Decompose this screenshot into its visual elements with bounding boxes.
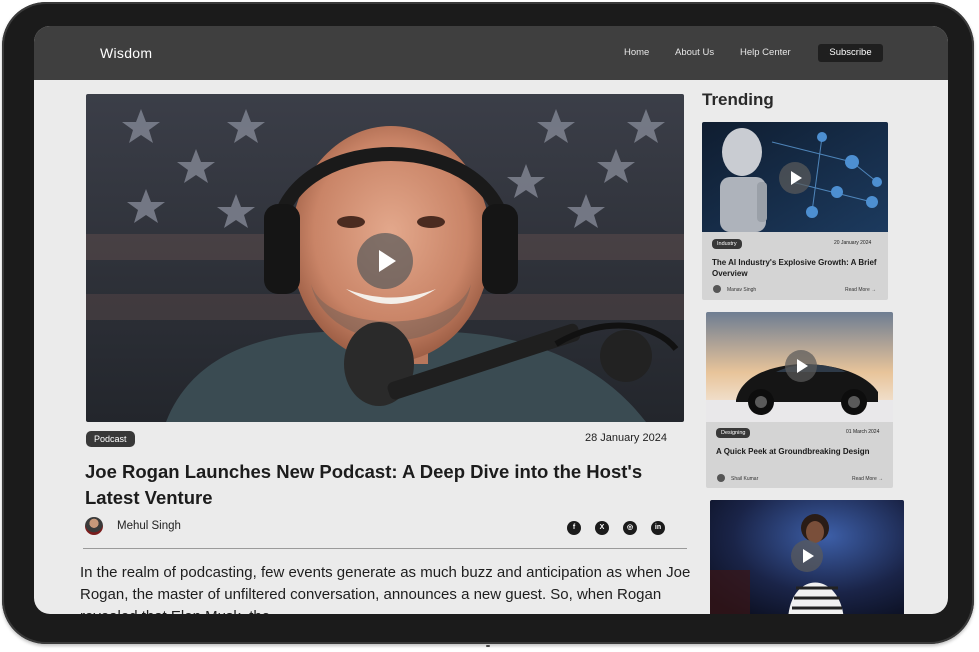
card-title[interactable]: A Quick Peek at Groundbreaking Design [716,446,888,457]
read-more-link[interactable]: Read More → [845,287,876,293]
trending-card[interactable]: Designing 01 March 2024 A Quick Peek at … [706,312,893,488]
card-date: 20 January 2024 [834,240,872,246]
tablet-frame: Wisdom Home About Us Help Center Subscri… [2,2,974,644]
card-play-button[interactable] [779,162,811,194]
card-author: Manav Singh [727,287,757,293]
article-date: 28 January 2024 [585,432,667,444]
site-logo[interactable]: Wisdom [100,45,152,61]
nav-about-us[interactable]: About Us [675,47,714,58]
facebook-icon[interactable]: f [567,521,581,535]
trending-card[interactable]: Industry 20 January 2024 The AI Industry… [702,122,888,300]
card-play-button[interactable] [791,540,823,572]
card-tag[interactable]: Designing [716,428,751,438]
instagram-icon[interactable]: ◎ [623,521,637,535]
home-indicator [486,645,490,647]
linkedin-icon[interactable]: in [651,521,665,535]
nav-home[interactable]: Home [624,47,649,58]
read-more-link[interactable]: Read More → [852,476,883,482]
top-navbar: Wisdom Home About Us Help Center Subscri… [34,26,948,80]
divider [83,548,687,549]
card-play-button[interactable] [785,350,817,382]
author-avatar [85,517,103,535]
card-date: 01 March 2024 [846,429,880,435]
nav-help-center[interactable]: Help Center [740,47,791,58]
play-button[interactable] [357,233,413,289]
card-author-avatar [713,285,721,293]
author-name[interactable]: Mehul Singh [117,520,181,532]
card-author: Shail Kumar [731,476,759,482]
article-title: Joe Rogan Launches New Podcast: A Deep D… [85,461,643,508]
card-tag[interactable]: Industry [712,239,742,249]
trending-card[interactable] [710,500,904,614]
subscribe-button[interactable]: Subscribe [818,44,883,62]
article-body: In the realm of podcasting, few events g… [80,564,691,614]
x-icon[interactable]: X [595,521,609,535]
card-author-avatar [717,474,725,482]
category-tag[interactable]: Podcast [86,431,135,447]
featured-video[interactable] [86,94,684,422]
tablet-screen: Wisdom Home About Us Help Center Subscri… [34,26,948,614]
card-title[interactable]: The AI Industry's Explosive Growth: A Br… [712,257,884,279]
trending-heading: Trending [702,90,774,109]
